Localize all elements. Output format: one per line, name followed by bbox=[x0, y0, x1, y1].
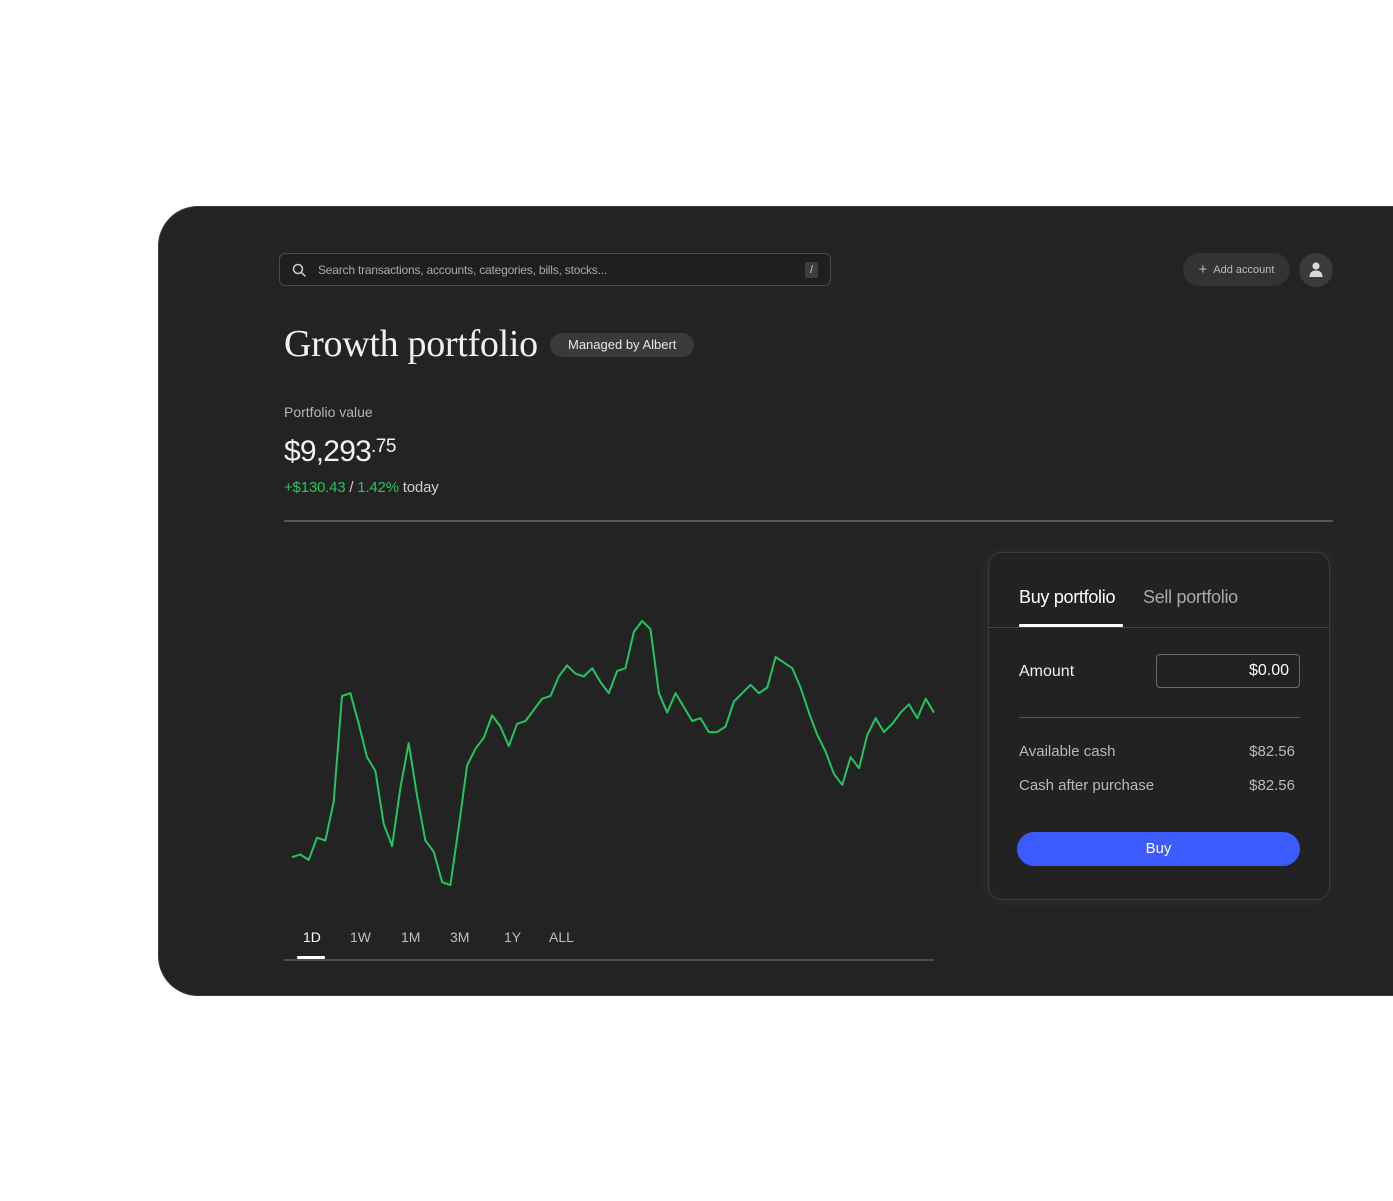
portfolio-chart bbox=[291, 619, 935, 886]
app-window: Search transactions, accounts, categorie… bbox=[158, 206, 1393, 996]
time-tab-1d[interactable]: 1D bbox=[303, 929, 321, 945]
amount-input[interactable]: $0.00 bbox=[1156, 654, 1300, 688]
change-suffix: today bbox=[398, 479, 439, 496]
time-tab-active-indicator bbox=[297, 956, 325, 959]
cash-after-purchase-label: Cash after purchase bbox=[1019, 777, 1155, 794]
change-amount: +$130.43 bbox=[284, 479, 346, 496]
buy-button[interactable]: Buy bbox=[1017, 832, 1300, 866]
user-icon bbox=[1309, 262, 1323, 277]
change-separator: / bbox=[345, 479, 358, 496]
plus-icon: + bbox=[1198, 261, 1208, 278]
portfolio-value-label: Portfolio value bbox=[284, 404, 373, 420]
portfolio-value-main: $9,293 bbox=[284, 435, 372, 468]
search-icon bbox=[292, 263, 306, 282]
available-cash-value: $82.56 bbox=[1249, 743, 1295, 760]
tab-sell-portfolio[interactable]: Sell portfolio bbox=[1143, 587, 1238, 608]
portfolio-value-line bbox=[291, 619, 935, 886]
search-shortcut-key: / bbox=[805, 262, 818, 278]
trade-panel: Buy portfolio Sell portfolio Amount $0.0… bbox=[988, 552, 1330, 900]
portfolio-value: $9,293.75 bbox=[284, 435, 396, 469]
page-title: Growth portfolio bbox=[284, 323, 538, 365]
cash-after-purchase-value: $82.56 bbox=[1249, 777, 1295, 794]
managed-badge: Managed by Albert bbox=[550, 333, 695, 357]
panel-divider bbox=[1019, 717, 1300, 718]
time-tab-1m[interactable]: 1M bbox=[401, 929, 420, 945]
available-cash-label: Available cash bbox=[1019, 743, 1116, 760]
header-divider bbox=[284, 520, 1333, 522]
time-tab-all[interactable]: ALL bbox=[549, 929, 574, 945]
portfolio-change: +$130.43 / 1.42% today bbox=[284, 479, 439, 496]
amount-label: Amount bbox=[1019, 663, 1075, 680]
search-input[interactable]: Search transactions, accounts, categorie… bbox=[318, 263, 607, 277]
avatar[interactable] bbox=[1299, 253, 1333, 287]
tab-divider bbox=[989, 627, 1329, 628]
add-account-label: Add account bbox=[1213, 263, 1275, 276]
search-bar[interactable]: Search transactions, accounts, categorie… bbox=[279, 253, 831, 286]
time-tab-1y[interactable]: 1Y bbox=[504, 929, 521, 945]
portfolio-value-cents: .75 bbox=[370, 436, 396, 457]
add-account-button[interactable]: + Add account bbox=[1183, 253, 1290, 286]
time-tab-3m[interactable]: 3M bbox=[450, 929, 469, 945]
time-range-tabs: 1D 1W 1M 3M 1Y ALL bbox=[284, 925, 934, 961]
change-percent: 1.42% bbox=[357, 479, 399, 496]
time-tab-1w[interactable]: 1W bbox=[350, 929, 371, 945]
tab-buy-portfolio[interactable]: Buy portfolio bbox=[1019, 587, 1115, 608]
